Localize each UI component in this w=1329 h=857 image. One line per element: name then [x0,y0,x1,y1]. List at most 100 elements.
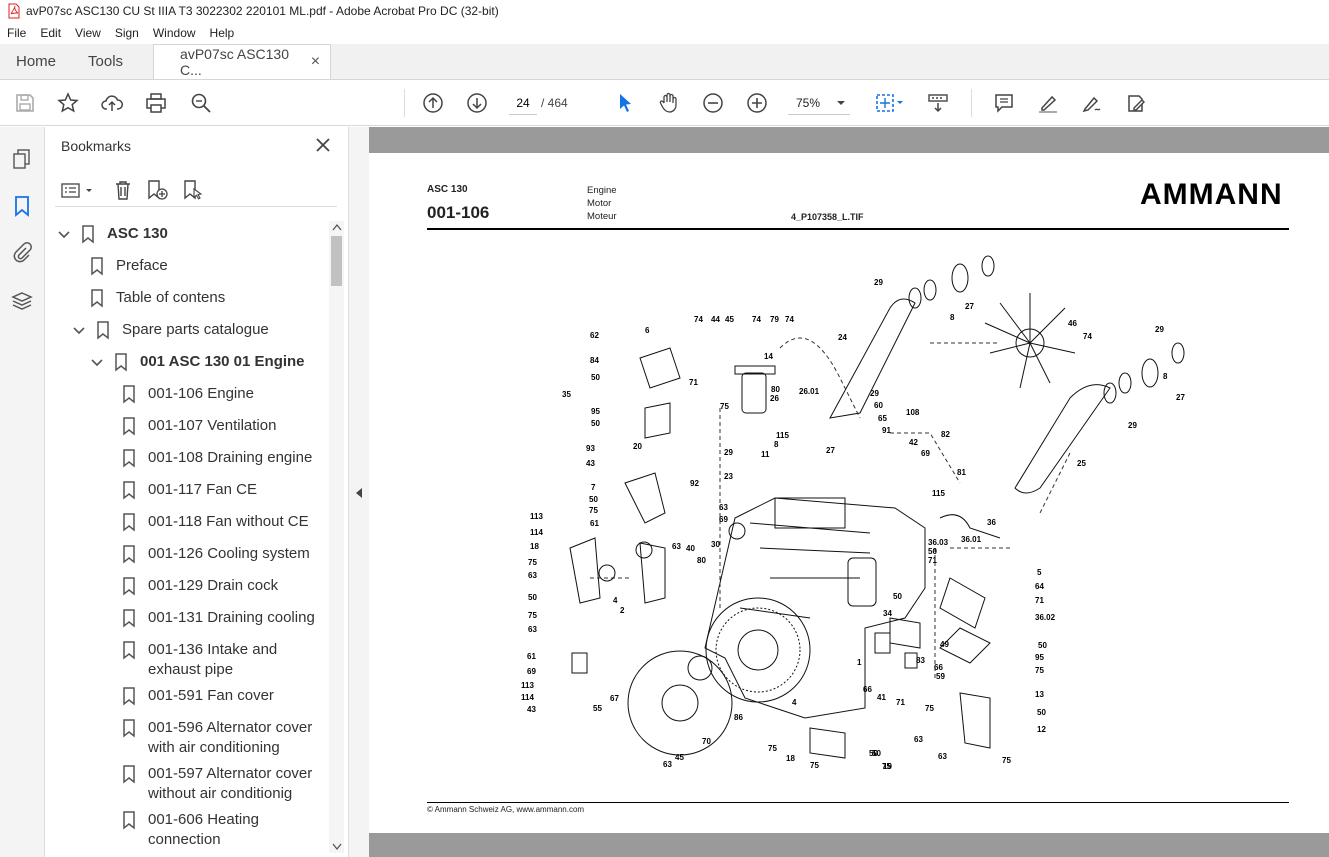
toolbar-divider [404,89,405,117]
title-bar: avP07sc ASC130 CU St IIIA T3 3022302 220… [0,0,1329,22]
comment-icon[interactable] [992,91,1016,115]
scroll-down-icon[interactable] [332,843,342,851]
bookmarks-tree [53,219,329,857]
menu-help[interactable]: Help [203,26,242,40]
close-icon[interactable] [313,135,333,155]
bookmark-label: 001-596 Alternator cover with air condit… [148,719,313,756]
bookmarks-toolbar [55,175,337,207]
acrobat-pdf-icon [8,3,20,19]
sign-pen-icon[interactable] [1080,91,1104,115]
bookmark-label: 001-126 Cooling system [148,545,310,562]
tab-document-label: avP07sc ASC130 C... [180,46,290,78]
fill-sign-icon[interactable] [1124,91,1148,115]
doc-title-languages: Engine Motor Moteur [587,184,617,223]
bookmark-icon [123,577,135,596]
bookmark-icon [91,257,103,276]
new-bookmark-icon[interactable] [145,179,169,201]
bookmark-item[interactable]: 001-591 Fan cover [122,686,326,706]
bookmark-from-selection-icon[interactable] [181,179,205,201]
bookmark-item[interactable]: 001-129 Drain cock [122,576,326,596]
star-bookmark-icon[interactable] [56,91,80,115]
left-nav-rail [0,127,45,857]
attachments-paperclip-icon[interactable] [10,240,34,264]
layers-icon[interactable] [10,289,34,313]
engine-exploded-diagram [569,255,1185,759]
bookmark-item[interactable]: 001-597 Alternator cover without air con… [122,764,326,804]
main-toolbar: / 464 75% [0,80,1329,126]
bookmark-item[interactable]: Preface [90,256,326,276]
scroll-up-icon[interactable] [332,223,342,231]
page-number-input[interactable] [509,91,537,115]
bookmark-item[interactable]: 001-108 Draining engine [122,448,326,468]
doc-footer: © Ammann Schweiz AG, www.ammann.com [427,805,585,814]
bookmark-label: ASC 130 [107,225,168,242]
upload-cloud-icon[interactable] [100,91,124,115]
panel-splitter[interactable] [349,127,369,857]
save-icon[interactable] [13,91,37,115]
zoom-out-icon[interactable] [701,91,725,115]
bookmark-item[interactable]: Spare parts catalogue [70,320,326,340]
chevron-down-icon[interactable] [88,352,106,372]
zoom-in-icon[interactable] [745,91,769,115]
bookmark-item[interactable]: 001-117 Fan CE [122,480,326,500]
bookmark-icon [115,353,127,372]
chevron-down-icon[interactable] [70,320,88,340]
hand-tool-icon[interactable] [657,91,681,115]
bookmark-icon [97,321,109,340]
page-thumbnails-icon[interactable] [10,147,34,171]
zoom-level-select[interactable]: 75% [788,91,850,115]
menu-window[interactable]: Window [146,26,203,40]
bookmark-label: 001-118 Fan without CE [148,513,309,530]
bookmarks-panel-icon[interactable] [10,194,34,218]
bookmarks-scrollbar[interactable] [329,221,344,853]
bookmark-icon [123,641,135,660]
bookmark-icon [123,417,135,436]
bookmarks-scroll-thumb[interactable] [331,236,342,286]
bookmark-icon [82,225,94,244]
tab-home[interactable]: Home [0,44,72,79]
bookmark-item[interactable]: 001 ASC 130 01 Engine [88,352,326,372]
bookmark-label: Preface [116,257,168,274]
bookmark-item[interactable]: 001-136 Intake and exhaust pipe [122,640,326,680]
bookmark-label: 001-606 Heating connection [148,811,259,848]
bookmark-item[interactable]: 001-126 Cooling system [122,544,326,564]
fit-page-icon[interactable] [872,91,906,115]
previous-page-icon[interactable] [421,91,445,115]
bookmark-item[interactable]: 001-131 Draining cooling [122,608,326,628]
doc-image-ref: 4_P107358_L.TIF [791,212,864,222]
scroll-mode-icon[interactable] [926,91,950,115]
bookmark-item[interactable]: ASC 130 [55,224,326,244]
menu-bar: File Edit View Sign Window Help [0,22,1329,44]
doc-title-fr: Moteur [587,211,617,222]
collapse-panel-icon[interactable] [355,487,363,499]
bookmark-item[interactable]: 001-596 Alternator cover with air condit… [122,718,326,758]
tab-document[interactable]: avP07sc ASC130 C... × [153,44,332,79]
bookmark-label: 001-136 Intake and exhaust pipe [148,641,278,678]
find-zoom-icon[interactable] [189,91,213,115]
menu-sign[interactable]: Sign [108,26,146,40]
bookmark-item[interactable]: Table of contens [90,288,326,308]
tab-close-icon[interactable]: × [311,53,320,71]
bookmark-label: 001-129 Drain cock [148,577,279,594]
tab-tools[interactable]: Tools [72,44,139,79]
options-menu-icon[interactable] [61,181,95,201]
menu-edit[interactable]: Edit [33,26,68,40]
bookmark-item[interactable]: 001-106 Engine [122,384,326,404]
select-cursor-icon[interactable] [613,91,637,115]
print-icon[interactable] [144,91,168,115]
chevron-down-icon [837,100,845,105]
bookmark-item[interactable]: 001-107 Ventilation [122,416,326,436]
chevron-down-icon[interactable] [55,224,73,244]
bookmark-icon [123,513,135,532]
next-page-icon[interactable] [465,91,489,115]
bookmark-item[interactable]: 001-606 Heating connection [122,810,326,850]
menu-file[interactable]: File [0,26,33,40]
bookmark-label: Spare parts catalogue [122,321,269,338]
delete-trash-icon[interactable] [112,179,134,201]
bookmark-label: 001-591 Fan cover [148,687,274,704]
menu-view[interactable]: View [68,26,108,40]
bookmark-item[interactable]: 001-118 Fan without CE [122,512,326,532]
doc-title-en: Engine [587,185,617,196]
bookmark-label: 001-131 Draining cooling [148,609,315,626]
highlight-pen-icon[interactable] [1036,91,1060,115]
